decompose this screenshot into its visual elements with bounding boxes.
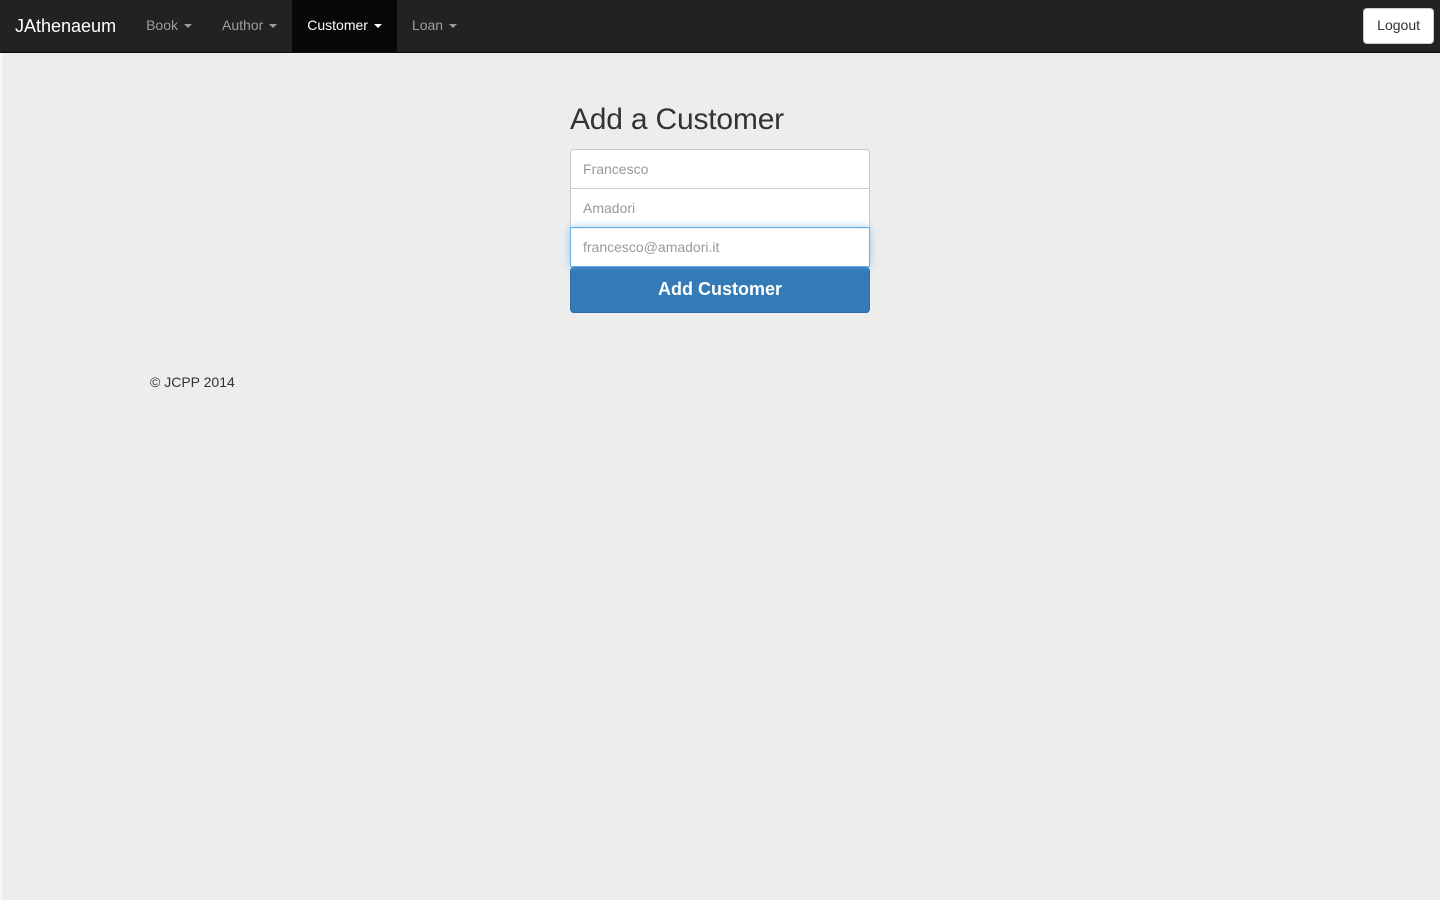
add-customer-form: Add a Customer Add Customer — [570, 103, 870, 313]
nav-item-label: Book — [146, 17, 178, 33]
nav-item-loan[interactable]: Loan — [397, 0, 472, 52]
nav-item-customer[interactable]: Customer — [292, 0, 397, 52]
main-navbar: JAthenaeum Book Author Customer Loan Log… — [0, 0, 1440, 53]
nav-item-label: Loan — [411, 17, 444, 33]
footer-copyright: © JCPP 2014 — [150, 374, 235, 390]
primary-nav: Book Author Customer Loan — [131, 0, 472, 52]
brand-link[interactable]: JAthenaeum — [0, 0, 131, 52]
navbar-right-section: Logout — [1363, 0, 1440, 52]
nav-item-author[interactable]: Author — [207, 0, 292, 52]
lastname-input[interactable] — [570, 188, 870, 228]
nav-item-label: Author — [222, 17, 264, 33]
page-title: Add a Customer — [570, 103, 784, 136]
chevron-down-icon — [184, 24, 192, 28]
email-input[interactable] — [570, 227, 870, 267]
chevron-down-icon — [373, 24, 382, 28]
nav-item-label: Customer — [307, 17, 368, 33]
chevron-down-icon — [449, 24, 458, 28]
firstname-input[interactable] — [570, 149, 870, 189]
nav-item-book[interactable]: Book — [131, 0, 207, 52]
chevron-down-icon — [269, 24, 278, 28]
add-customer-submit-button[interactable]: Add Customer — [570, 267, 870, 313]
logout-button[interactable]: Logout — [1363, 8, 1434, 44]
page-left-edge — [0, 53, 2, 900]
